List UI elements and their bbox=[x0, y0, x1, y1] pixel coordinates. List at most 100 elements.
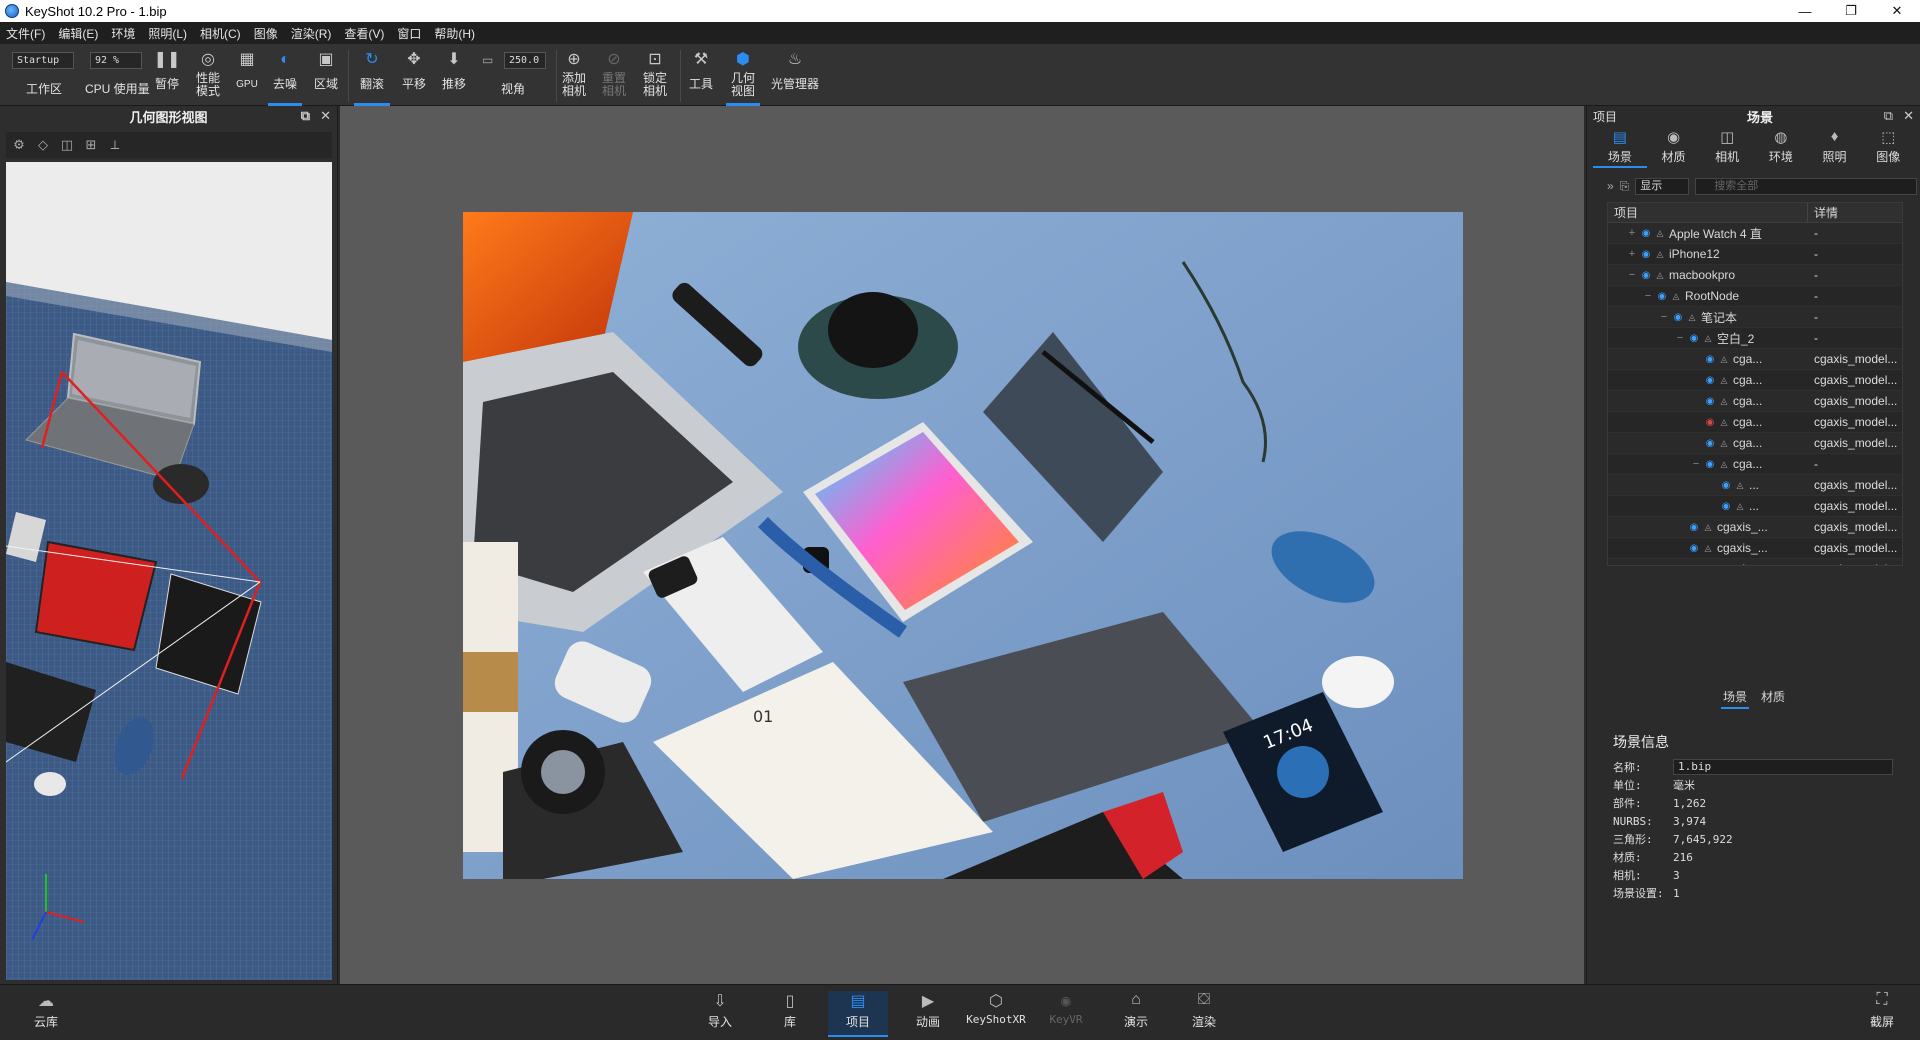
scene-name-input[interactable]: 1.bip bbox=[1673, 759, 1893, 775]
geometry-viewport[interactable] bbox=[6, 162, 332, 980]
tree-row[interactable]: + ◉ ◬ iPhone12 - bbox=[1608, 244, 1902, 265]
visibility-eye-icon[interactable]: ◉ bbox=[1718, 480, 1734, 491]
tree-row[interactable]: ◉ ◬ cga... cgaxis_model... bbox=[1608, 412, 1902, 433]
tree-row[interactable]: − ◉ ◬ 笔记本 - bbox=[1608, 307, 1902, 328]
visibility-eye-icon[interactable]: ◉ bbox=[1686, 522, 1702, 533]
scene-search-input[interactable]: 搜索全部 bbox=[1695, 177, 1917, 195]
menu-render[interactable]: 渲染(R) bbox=[291, 25, 332, 42]
visibility-eye-icon[interactable]: ◉ bbox=[1702, 459, 1718, 470]
tab-environment[interactable]: ◍ 环境 bbox=[1754, 128, 1808, 168]
menu-help[interactable]: 帮助(H) bbox=[434, 25, 475, 42]
region-button[interactable]: ▣ 区域 bbox=[310, 48, 342, 106]
tree-row[interactable]: ◉ ◬ cga... cgaxis_model... bbox=[1608, 391, 1902, 412]
reset-camera-button[interactable]: ⊘ 重置 相机 bbox=[599, 48, 629, 106]
geometry-view-button[interactable]: ⬢ 几何 视图 bbox=[726, 48, 760, 106]
dolly-button[interactable]: ⬇ 推移 bbox=[438, 48, 470, 106]
add-camera-button[interactable]: ⊕ 添加 相机 bbox=[559, 48, 589, 106]
cloud-library-button[interactable]: ☁ 云库 bbox=[16, 991, 76, 1037]
tree-row[interactable]: − ◉ ◬ cga... - bbox=[1608, 454, 1902, 475]
animation-button[interactable]: ▶ 动画 bbox=[898, 991, 958, 1037]
denoise-button[interactable]: ◐ 去噪 bbox=[268, 48, 302, 106]
gpu-button[interactable]: ▦ GPU bbox=[233, 48, 261, 106]
menu-environment[interactable]: 环境 bbox=[111, 25, 135, 42]
tree-row[interactable]: ◉◬cgaxis_...cgaxis_model... bbox=[1608, 517, 1902, 538]
visibility-eye-icon[interactable]: ◉ bbox=[1702, 396, 1718, 407]
visibility-eye-icon[interactable]: ◉ bbox=[1638, 249, 1654, 260]
visibility-eye-icon[interactable]: ◉ bbox=[1702, 438, 1718, 449]
visibility-eye-icon[interactable]: ◉ bbox=[1638, 228, 1654, 239]
visibility-eye-icon[interactable]: ◉ bbox=[1686, 543, 1702, 554]
import-button[interactable]: ⇩ 导入 bbox=[690, 991, 750, 1037]
tree-row[interactable]: ◉◬cgaxis_...cgaxis_model... bbox=[1608, 538, 1902, 559]
subtab-scene[interactable]: 场景 bbox=[1720, 688, 1749, 709]
visibility-eye-icon[interactable]: ◉ bbox=[1638, 270, 1654, 281]
library-button[interactable]: ▯ 库 bbox=[760, 991, 820, 1037]
visibility-eye-icon[interactable]: ◉ bbox=[1686, 333, 1702, 344]
float-panel-icon[interactable]: ⧉ bbox=[1884, 108, 1893, 124]
expand-toggle-icon[interactable]: + bbox=[1626, 227, 1638, 239]
menu-image[interactable]: 图像 bbox=[254, 25, 278, 42]
tree-row[interactable]: − ◉ ◬ RootNode - bbox=[1608, 286, 1902, 307]
visibility-eye-icon[interactable]: ◉ bbox=[1654, 291, 1670, 302]
display-filter-select[interactable]: 显示 bbox=[1635, 177, 1690, 195]
tree-row[interactable]: ◉ ◬... cgaxis_model... bbox=[1608, 496, 1902, 517]
grid-icon[interactable]: ⊞ bbox=[82, 136, 100, 154]
render-button[interactable]: ⛋ 渲染 bbox=[1174, 991, 1234, 1037]
menu-edit[interactable]: 编辑(E) bbox=[58, 25, 98, 42]
tab-image[interactable]: ⬚ 图像 bbox=[1861, 128, 1915, 168]
menu-window[interactable]: 窗口 bbox=[397, 25, 421, 42]
axis-icon[interactable]: ⟂ bbox=[106, 136, 124, 154]
cpu-usage-select[interactable]: 92 % bbox=[90, 52, 142, 69]
visibility-eye-icon[interactable]: ◉ bbox=[1670, 312, 1686, 323]
render-viewport[interactable]: 01 17:04 bbox=[340, 106, 1584, 984]
menu-file[interactable]: 文件(F) bbox=[6, 25, 45, 42]
expand-toggle-icon[interactable]: − bbox=[1690, 458, 1702, 470]
expand-toggle-icon[interactable]: − bbox=[1642, 290, 1654, 302]
expand-toggle-icon[interactable]: − bbox=[1658, 311, 1670, 323]
tree-row[interactable]: ◉ ◬ cga... cgaxis_model... bbox=[1608, 433, 1902, 454]
tab-lighting[interactable]: ♦ 照明 bbox=[1808, 128, 1862, 168]
close-panel-icon[interactable]: ✕ bbox=[1903, 108, 1914, 124]
tree-row[interactable]: − ◉ ◬ 空白_2 - bbox=[1608, 328, 1902, 349]
menu-lighting[interactable]: 照明(L) bbox=[148, 25, 187, 42]
tools-button[interactable]: ⚒ 工具 bbox=[686, 48, 716, 106]
tree-row[interactable]: ◉◬cgaxis_...cgaxis_model... bbox=[1608, 559, 1902, 566]
minimize-button[interactable]: — bbox=[1782, 0, 1828, 22]
settings-gear-icon[interactable]: ⚙ bbox=[10, 136, 28, 154]
visibility-eye-icon[interactable]: ◉ bbox=[1702, 354, 1718, 365]
visibility-eye-icon[interactable]: ◉ bbox=[1718, 501, 1734, 512]
cube-icon[interactable]: ◇ bbox=[34, 136, 52, 154]
keyvr-button[interactable]: ◉ KeyVR bbox=[1036, 991, 1096, 1037]
tree-row[interactable]: − ◉ ◬ macbookpro - bbox=[1608, 265, 1902, 286]
lock-camera-button[interactable]: ⊡ 锁定 相机 bbox=[640, 48, 670, 106]
tab-camera[interactable]: ◫ 相机 bbox=[1700, 128, 1754, 168]
menu-camera[interactable]: 相机(C) bbox=[200, 25, 241, 42]
project-button[interactable]: ▤ 项目 bbox=[828, 991, 888, 1037]
expand-toggle-icon[interactable]: − bbox=[1626, 269, 1638, 281]
float-panel-icon[interactable]: ⧉ bbox=[301, 108, 310, 124]
tree-row[interactable]: + ◉ ◬ Apple Watch 4 直 - bbox=[1608, 223, 1902, 244]
tree-row[interactable]: ◉ ◬ cga... cgaxis_model... bbox=[1608, 349, 1902, 370]
visibility-eye-icon[interactable]: ◉ bbox=[1702, 375, 1718, 386]
maximize-button[interactable]: ❐ bbox=[1828, 0, 1874, 22]
tree-col-item[interactable]: 项目 bbox=[1608, 203, 1808, 222]
close-panel-icon[interactable]: ✕ bbox=[320, 108, 331, 124]
pan-button[interactable]: ✥ 平移 bbox=[398, 48, 430, 106]
visibility-eye-icon[interactable]: ◉ bbox=[1686, 564, 1702, 566]
subtab-material[interactable]: 材质 bbox=[1759, 688, 1787, 709]
pause-button[interactable]: ❚❚ 暂停 bbox=[152, 48, 182, 106]
expand-toggle-icon[interactable]: + bbox=[1626, 248, 1638, 260]
visibility-eye-icon[interactable]: ◉ bbox=[1702, 417, 1718, 428]
keyshotxr-button[interactable]: ⬡ KeyShotXR bbox=[966, 991, 1026, 1037]
expand-toggle-icon[interactable]: − bbox=[1674, 332, 1686, 344]
tree-row[interactable]: ◉ ◬... cgaxis_model... bbox=[1608, 475, 1902, 496]
collapse-arrows-icon[interactable]: » bbox=[1607, 179, 1614, 193]
screenshot-button[interactable]: ⛶ 截屏 bbox=[1852, 991, 1912, 1037]
menu-view[interactable]: 查看(V) bbox=[344, 25, 384, 42]
tree-col-details[interactable]: 详情 bbox=[1808, 203, 1902, 222]
tree-row[interactable]: ◉ ◬ cga... cgaxis_model... bbox=[1608, 370, 1902, 391]
camera-icon[interactable]: ◫ bbox=[58, 136, 76, 154]
close-window-button[interactable]: ✕ bbox=[1874, 0, 1920, 22]
performance-mode-button[interactable]: ◎ 性能 模式 bbox=[193, 48, 223, 106]
tumble-button[interactable]: ↻ 翻滚 bbox=[354, 48, 390, 106]
